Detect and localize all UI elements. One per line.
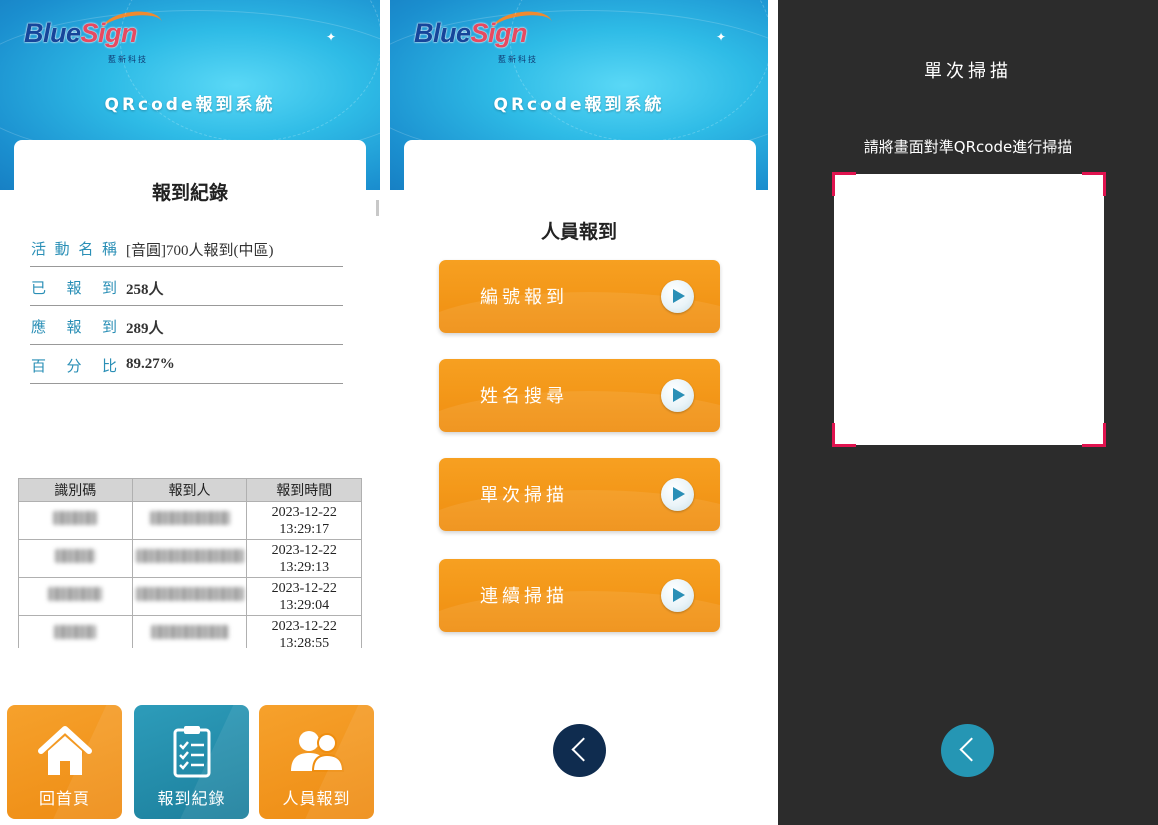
clipboard-icon	[173, 726, 210, 778]
table-row[interactable]: 2023-12-22 13:29:17	[18, 501, 362, 540]
redacted-id	[18, 577, 133, 616]
info-value: 258人	[126, 282, 164, 298]
scan-screen: 單次掃描 請將畫面對準QRcode進行掃描	[778, 0, 1158, 825]
button-label: 姓名搜尋	[480, 386, 568, 407]
checkin-time: 2023-12-22 13:28:55	[246, 615, 362, 648]
info-label: 應報到	[31, 318, 117, 336]
redacted-id	[18, 501, 133, 540]
redacted-name	[131, 615, 248, 648]
home-label: 回首頁	[38, 789, 90, 808]
info-label: 已報到	[31, 279, 117, 297]
checkin-time: 2023-12-22 13:29:04	[246, 577, 362, 616]
play-icon	[661, 478, 694, 511]
col-header-id: 識別碼	[18, 478, 133, 502]
checkin-screen: BlueSign 藍新科技 ✦ QRcode報到系統 人員報到 編號報到 姓名搜…	[390, 0, 768, 825]
record-table[interactable]: 識別碼 報到人 報到時間 2023-12-22 13:29:17 2023-12-…	[18, 478, 362, 648]
checkin-label: 人員報到	[282, 789, 351, 808]
redacted-name	[131, 539, 248, 578]
viewfinder-corner	[832, 423, 856, 447]
button-label: 編號報到	[480, 287, 568, 308]
info-value: 89.27%	[126, 356, 175, 372]
viewfinder-corner	[832, 172, 856, 196]
button-label: 單次掃描	[480, 485, 568, 506]
back-button[interactable]	[941, 724, 994, 777]
record-screen: BlueSign 藍新科技 ✦ QRcode報到系統 報到紀錄 活動名稱 [音圓…	[0, 0, 380, 825]
info-label: 活動名稱	[31, 240, 117, 258]
scan-instruction: 請將畫面對準QRcode進行掃描	[863, 138, 1073, 156]
page-title: 報到紀錄	[151, 182, 228, 204]
col-header-person: 報到人	[131, 478, 248, 502]
sparkle-icon: ✦	[326, 30, 337, 44]
page-title: 單次掃描	[924, 61, 1012, 82]
redacted-id	[18, 615, 133, 648]
play-icon	[661, 379, 694, 412]
home-button[interactable]: 回首頁	[7, 705, 122, 819]
bluesign-logo: BlueSign 藍新科技	[24, 7, 174, 66]
sparkle-icon: ✦	[716, 30, 727, 44]
table-row[interactable]: 2023-12-22 13:28:55	[18, 615, 362, 648]
name-search-button[interactable]: 姓名搜尋	[439, 359, 720, 432]
info-label: 百分比	[31, 357, 117, 375]
header-title: QRcode報到系統	[104, 95, 276, 115]
header-title: QRcode報到系統	[493, 95, 665, 115]
checkin-time: 2023-12-22 13:29:17	[246, 501, 362, 540]
single-scan-button[interactable]: 單次掃描	[439, 458, 720, 531]
info-row-event: 活動名稱 [音圓]700人報到(中區)	[30, 228, 343, 267]
people-icon	[290, 731, 344, 772]
bluesign-logo: BlueSign 藍新科技	[414, 7, 564, 66]
checkin-button[interactable]: 人員報到	[259, 705, 374, 819]
records-label: 報到紀錄	[157, 789, 226, 808]
page-title: 人員報到	[540, 221, 617, 243]
records-button[interactable]: 報到紀錄	[134, 705, 249, 819]
info-row-percentage: 百分比 89.27%	[30, 345, 343, 384]
table-row[interactable]: 2023-12-22 13:29:13	[18, 539, 362, 578]
viewfinder-corner	[1082, 172, 1106, 196]
col-header-time: 報到時間	[246, 478, 362, 502]
table-row[interactable]: 2023-12-22 13:29:04	[18, 577, 362, 616]
id-checkin-button[interactable]: 編號報到	[439, 260, 720, 333]
info-row-expected: 應報到 289人	[30, 306, 343, 345]
redacted-id	[18, 539, 133, 578]
qr-viewfinder[interactable]	[832, 172, 1106, 447]
play-icon	[661, 280, 694, 313]
redacted-name	[131, 501, 248, 540]
home-icon	[37, 726, 92, 775]
scrollbar[interactable]	[376, 200, 379, 216]
continuous-scan-button[interactable]: 連續掃描	[439, 559, 720, 632]
back-button[interactable]	[553, 724, 606, 777]
info-value: [音圓]700人報到(中區)	[126, 243, 274, 259]
info-value: 289人	[126, 321, 164, 337]
redacted-name	[131, 577, 248, 616]
button-label: 連續掃描	[480, 586, 568, 607]
play-icon	[661, 579, 694, 612]
checkin-time: 2023-12-22 13:29:13	[246, 539, 362, 578]
info-row-checked-in: 已報到 258人	[30, 267, 343, 306]
table-header-row: 識別碼 報到人 報到時間	[18, 478, 362, 502]
viewfinder-corner	[1082, 423, 1106, 447]
